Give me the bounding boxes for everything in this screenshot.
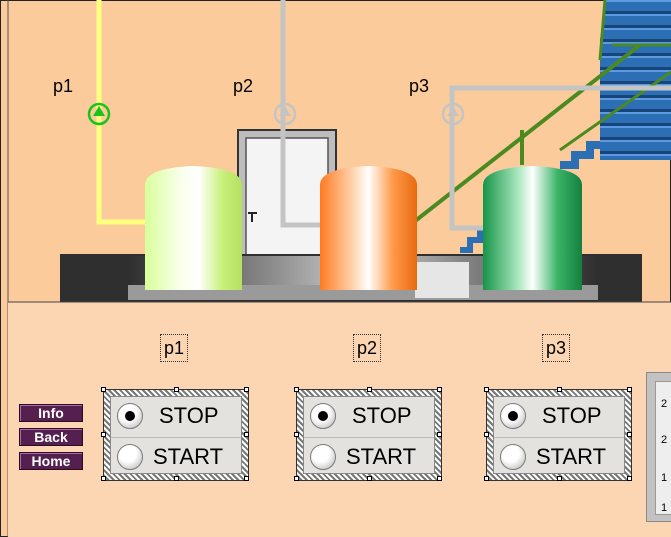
start-label: START <box>346 444 417 469</box>
side-value: 1 <box>661 502 668 514</box>
radio-button-icon[interactable] <box>117 403 143 429</box>
selection-handle <box>367 476 372 481</box>
stop-label: STOP <box>159 403 219 428</box>
start-label: START <box>153 444 224 469</box>
stop-label: STOP <box>542 403 602 428</box>
side-value: 2 <box>661 434 668 446</box>
selection-handle <box>484 432 489 437</box>
start-option-p3[interactable]: START <box>494 437 624 478</box>
info-button[interactable]: Info <box>19 404 83 422</box>
selection-handle <box>484 476 489 481</box>
start-label: START <box>536 444 607 469</box>
pump-label-p3: p3 <box>409 76 430 96</box>
home-button[interactable]: Home <box>19 452 83 470</box>
selection-handle <box>101 387 106 392</box>
selection-handle <box>484 387 489 392</box>
side-value: 1 <box>661 472 668 484</box>
radio-button-icon[interactable] <box>500 444 526 470</box>
side-value: 2 <box>661 398 668 410</box>
stop-option-p3[interactable]: STOP <box>494 397 624 437</box>
pump-control-p3: STOP START <box>484 387 632 481</box>
pump-control-p2: STOP START <box>294 387 442 481</box>
radio-button-icon[interactable] <box>310 444 336 470</box>
selection-handle <box>101 432 106 437</box>
selection-handle <box>174 476 179 481</box>
selection-handle <box>244 387 249 392</box>
radio-button-icon[interactable] <box>500 403 526 429</box>
pump-control-p1: STOP START <box>101 387 249 481</box>
selection-handle <box>244 476 249 481</box>
selection-handle <box>294 476 299 481</box>
back-button[interactable]: Back <box>19 428 83 446</box>
tank-2 <box>320 166 417 290</box>
stop-option-p1[interactable]: STOP <box>111 397 241 437</box>
control-title-p1: p1 <box>160 334 189 362</box>
pump-label-p1: p1 <box>53 76 74 96</box>
selection-handle <box>101 476 106 481</box>
stop-option-p2[interactable]: STOP <box>304 397 434 437</box>
stop-label: STOP <box>352 403 412 428</box>
control-title-p3: p3 <box>542 334 571 362</box>
pipe-p1 <box>96 0 145 225</box>
selection-handle <box>557 476 562 481</box>
side-panel: 2 2 1 1 <box>646 372 671 522</box>
selection-handle <box>294 387 299 392</box>
tank-3 <box>483 166 582 290</box>
selection-handle <box>294 432 299 437</box>
start-option-p1[interactable]: START <box>111 437 241 478</box>
radio-button-icon[interactable] <box>117 444 143 470</box>
side-panel-values: 2 2 1 1 <box>655 381 671 515</box>
radio-button-icon[interactable] <box>310 403 336 429</box>
selection-handle <box>437 387 442 392</box>
control-title-p2: p2 <box>353 334 382 362</box>
selection-handle <box>367 387 372 392</box>
tank-1 <box>145 166 242 290</box>
selection-handle <box>627 476 632 481</box>
selection-handle <box>437 432 442 437</box>
selection-handle <box>244 432 249 437</box>
start-option-p2[interactable]: START <box>304 437 434 478</box>
pump-label-p2: p2 <box>233 76 254 96</box>
selection-handle <box>627 432 632 437</box>
selection-handle <box>557 387 562 392</box>
selection-handle <box>627 387 632 392</box>
selection-handle <box>174 387 179 392</box>
selection-handle <box>437 476 442 481</box>
